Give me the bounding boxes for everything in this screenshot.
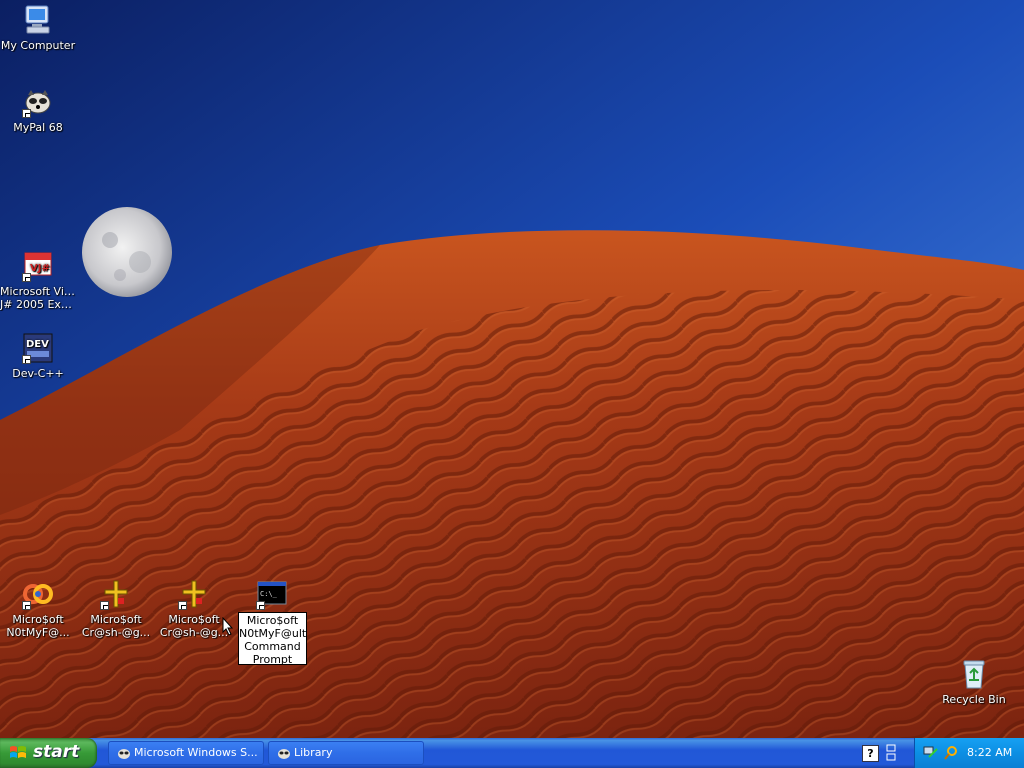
clock[interactable]: 8:22 AM xyxy=(967,746,1012,759)
command-prompt-icon-item[interactable]: C:\_ xyxy=(234,578,310,613)
icon-label: My Computer xyxy=(0,39,76,52)
crash-icon-item-1[interactable]: Micro$oft Cr@sh-@g... xyxy=(78,578,154,639)
mypal-icon-item[interactable]: MyPal 68 xyxy=(0,86,76,134)
notmyfault-icon xyxy=(22,578,54,610)
taskbar-button-windows[interactable]: Microsoft Windows S... xyxy=(108,741,264,765)
language-bar-icon[interactable] xyxy=(884,743,898,763)
icon-label: J# 2005 Exp... xyxy=(0,298,76,311)
command-prompt-icon: C:\_ xyxy=(256,578,288,610)
devcpp-icon-item[interactable]: DEV Dev-C++ xyxy=(0,332,76,380)
my-computer-icon-item[interactable]: My Computer xyxy=(0,4,76,52)
icon-label: Microsoft Visual xyxy=(0,285,76,298)
rename-line: Prompt xyxy=(252,653,293,666)
icon-label: MyPal 68 xyxy=(13,121,63,134)
shortcut-arrow-icon xyxy=(178,601,187,610)
svg-text:VJ#: VJ# xyxy=(30,263,50,274)
taskbar-button-library[interactable]: Library xyxy=(268,741,424,765)
computer-icon xyxy=(22,4,54,36)
notmyfault-icon-item[interactable]: Micro$oft N0tMyF@... xyxy=(0,578,76,639)
devcpp-icon: DEV xyxy=(22,332,54,364)
rename-line: Command xyxy=(244,640,301,653)
recycle-bin-icon-item[interactable]: Recycle Bin xyxy=(936,658,1012,706)
task-label: Library xyxy=(294,746,333,759)
icon-label: Micro$oft xyxy=(90,613,142,626)
raccoon-icon xyxy=(278,749,290,759)
svg-text:C:\_: C:\_ xyxy=(260,590,278,598)
visual-jsharp-icon: VJ# xyxy=(22,250,54,282)
crash-icon-item-2[interactable]: Micro$oft Cr@sh-@g... xyxy=(156,578,232,639)
raccoon-icon xyxy=(118,749,130,759)
rename-line: N0tMyF@ult xyxy=(239,627,307,640)
shortcut-arrow-icon xyxy=(22,273,31,282)
network-icon[interactable] xyxy=(923,745,939,761)
task-label: Microsoft Windows S... xyxy=(134,746,258,759)
rename-line: Micro$oft xyxy=(246,614,299,627)
system-tray: 8:22 AM xyxy=(914,738,1024,768)
start-button[interactable]: start xyxy=(0,738,97,768)
recycle-bin-icon xyxy=(958,658,990,690)
start-label: start xyxy=(33,742,80,762)
mouse-cursor-icon xyxy=(222,617,234,636)
help-icon[interactable]: ? xyxy=(862,745,879,762)
icon-label: Cr@sh-@g... xyxy=(159,626,229,639)
icon-label: N0tMyF@... xyxy=(6,626,70,639)
shortcut-arrow-icon xyxy=(22,601,31,610)
shortcut-arrow-icon xyxy=(22,109,31,118)
shortcut-arrow-icon xyxy=(100,601,109,610)
icon-label: Recycle Bin xyxy=(942,693,1006,706)
icon-label: Cr@sh-@g... xyxy=(81,626,151,639)
crash-icon xyxy=(178,578,210,610)
search-icon[interactable] xyxy=(943,745,959,761)
raccoon-icon xyxy=(22,86,54,118)
icon-label: Micro$oft xyxy=(12,613,64,626)
icon-label: Dev-C++ xyxy=(12,367,64,380)
windows-logo-icon xyxy=(10,746,26,758)
shortcut-arrow-icon xyxy=(22,355,31,364)
rename-textbox[interactable]: Micro$oft N0tMyF@ult Command Prompt xyxy=(238,612,307,666)
visual-jsharp-icon-item[interactable]: VJ# Microsoft Visual J# 2005 Exp... xyxy=(0,250,76,311)
icon-label: Micro$oft xyxy=(168,613,220,626)
crash-icon xyxy=(100,578,132,610)
svg-text:DEV: DEV xyxy=(26,339,49,350)
shortcut-arrow-icon xyxy=(256,601,265,610)
